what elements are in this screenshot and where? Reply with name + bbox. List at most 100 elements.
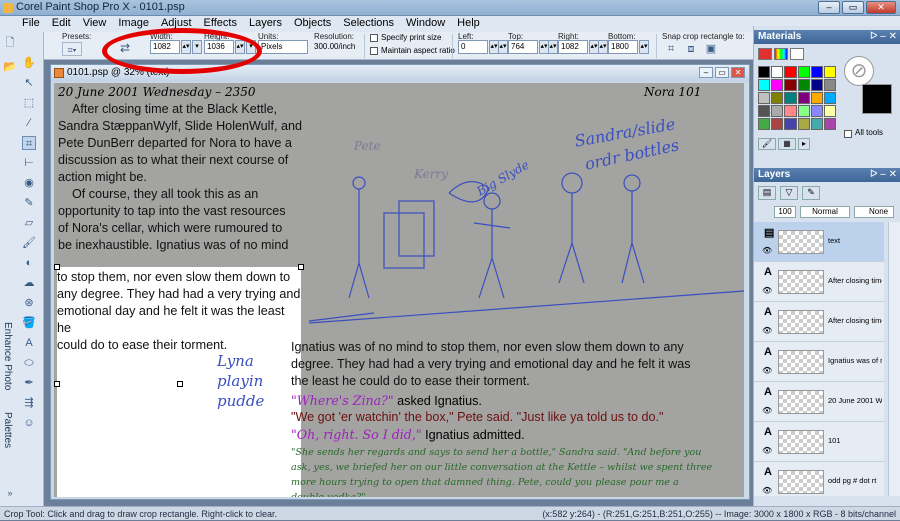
layer-row[interactable]: A 👁 20 June 2001 Wedn (754, 382, 884, 422)
color-swatch[interactable] (797, 79, 810, 91)
color-swatch[interactable] (784, 105, 797, 117)
color-swatch[interactable] (784, 118, 797, 130)
right-input[interactable]: 1082 (558, 40, 588, 54)
pen-tool-icon[interactable]: ✒ (22, 376, 36, 390)
warp-brush-icon[interactable]: ⊛ (22, 296, 36, 310)
visibility-eye-icon[interactable]: 👁 (762, 446, 772, 455)
bottom-input[interactable]: 1800 (608, 40, 638, 54)
frame-tab-icon[interactable] (758, 48, 772, 60)
layer-row[interactable]: A 👁 After closing time (754, 262, 884, 302)
color-swatch[interactable] (823, 79, 836, 91)
visibility-eye-icon[interactable]: 👁 (762, 326, 772, 335)
crop-tool-icon[interactable]: ⌗ (22, 136, 36, 150)
color-swatch[interactable] (823, 66, 836, 78)
smudge-icon[interactable]: ☁ (22, 276, 36, 290)
color-swatch[interactable] (797, 66, 810, 78)
doc-close-button[interactable]: ✕ (731, 67, 745, 78)
color-swatch[interactable] (823, 105, 836, 117)
menu-objects[interactable]: Objects (288, 16, 337, 32)
layer-row[interactable]: A 👁 odd pg # dot rt (754, 462, 884, 496)
swatches-tab-icon[interactable] (790, 48, 804, 60)
color-swatch[interactable] (797, 92, 810, 104)
color-swatch[interactable] (771, 79, 784, 91)
right-spinner-left[interactable]: ▴▾ (548, 40, 558, 54)
background-swatch[interactable] (862, 84, 892, 114)
menu-selections[interactable]: Selections (337, 16, 400, 32)
dodge-icon[interactable]: ◐ (22, 256, 36, 270)
presets-dropdown-icon[interactable]: ⌗▾ (62, 42, 82, 56)
menu-view[interactable]: View (77, 16, 113, 32)
gradient-icon[interactable]: ⇶ (22, 396, 36, 410)
pan-tool-icon[interactable]: ✋ (22, 56, 36, 70)
crop-handle-top-right[interactable] (298, 264, 304, 270)
color-swatch[interactable] (810, 66, 823, 78)
color-swatch[interactable] (771, 105, 784, 117)
layers-panel-controls[interactable]: ᐅ – ✕ (870, 168, 897, 182)
selection-tool-icon[interactable]: ⬚ (22, 96, 36, 110)
visibility-eye-icon[interactable]: 👁 (762, 286, 772, 295)
pick-tool-icon[interactable]: ↖ (22, 76, 36, 90)
paint-brush-icon[interactable]: 🖌 (22, 236, 36, 250)
visibility-eye-icon[interactable]: 👁 (762, 246, 772, 255)
menu-file[interactable]: File (16, 16, 46, 32)
palettes-tab[interactable]: Palettes (1, 412, 13, 448)
flood-fill-icon[interactable]: 🪣 (22, 316, 36, 330)
visibility-eye-icon[interactable]: 👁 (762, 366, 772, 375)
text-tool-icon[interactable]: A (22, 336, 36, 350)
blend-mode-select[interactable]: Normal (800, 206, 850, 218)
rainbow-tab-icon[interactable] (774, 48, 788, 60)
specify-print-size-checkbox[interactable] (370, 34, 378, 42)
top-spinner-left[interactable]: ▴▾ (498, 40, 508, 54)
preset-shape-icon[interactable]: ⬭ (22, 356, 36, 370)
left-input[interactable]: 0 (458, 40, 488, 54)
menu-edit[interactable]: Edit (46, 16, 77, 32)
color-swatch[interactable] (810, 105, 823, 117)
clone-brush-icon[interactable]: ✎ (22, 196, 36, 210)
color-swatches[interactable] (758, 66, 836, 136)
color-swatch[interactable] (810, 118, 823, 130)
more-icon[interactable]: ▸ (798, 138, 810, 150)
crop-handle-center[interactable] (177, 381, 183, 387)
color-swatch[interactable] (797, 105, 810, 117)
layer-row[interactable]: A 👁 101 (754, 422, 884, 462)
color-swatch[interactable] (758, 105, 771, 117)
color-swatch[interactable] (797, 118, 810, 130)
bottom-spinner[interactable]: ▴▾ (639, 40, 649, 54)
eraser-icon[interactable]: ▱ (22, 216, 36, 230)
picture-tube-icon[interactable]: ☺ (22, 416, 36, 430)
layer-mask-icon[interactable]: ▽ (780, 186, 798, 200)
layer-row[interactable]: A 👁 After closing time (754, 302, 884, 342)
units-select[interactable]: Pixels (258, 40, 308, 54)
open-file-icon[interactable]: 📂 (3, 60, 17, 74)
lock-select[interactable]: None (854, 206, 894, 218)
color-swatch[interactable] (758, 118, 771, 130)
bottom-spinner-left[interactable]: ▴▾ (598, 40, 608, 54)
maintain-aspect-checkbox[interactable] (370, 47, 378, 55)
doc-minimize-button[interactable]: – (699, 67, 713, 78)
image-canvas[interactable]: Pete Kerry Sandra/slide ordr bottles Big… (54, 83, 744, 497)
layer-row[interactable]: A 👁 Ignatius was of r (754, 342, 884, 382)
color-swatch[interactable] (823, 92, 836, 104)
color-swatch[interactable] (758, 66, 771, 78)
maximize-button[interactable]: ▭ (842, 1, 864, 14)
all-tools-checkbox[interactable] (844, 130, 852, 138)
red-eye-icon[interactable]: ◉ (22, 176, 36, 190)
vertical-scrollbar[interactable] (745, 83, 749, 497)
visibility-eye-icon[interactable]: 👁 (762, 486, 772, 495)
color-swatch[interactable] (810, 79, 823, 91)
color-swatch[interactable] (784, 92, 797, 104)
color-swatch[interactable] (771, 118, 784, 130)
snap-selection-icon[interactable]: ⌗ (664, 42, 678, 56)
color-swatch[interactable] (771, 92, 784, 104)
color-swatch[interactable] (823, 118, 836, 130)
style-icon[interactable]: 🖌 (758, 138, 776, 150)
crop-rectangle[interactable]: to stop them, nor even slow them down to… (54, 264, 304, 497)
snap-merged-icon[interactable]: ▣ (704, 42, 718, 56)
enhance-photo-tab[interactable]: Enhance Photo (1, 322, 13, 390)
visibility-eye-icon[interactable]: 👁 (762, 406, 772, 415)
crop-handle-top-left[interactable] (54, 264, 60, 270)
color-swatch[interactable] (771, 66, 784, 78)
close-button[interactable]: ✕ (866, 1, 896, 14)
foreground-swatch[interactable]: ⊘ (844, 56, 874, 86)
doc-maximize-button[interactable]: ▭ (715, 67, 729, 78)
